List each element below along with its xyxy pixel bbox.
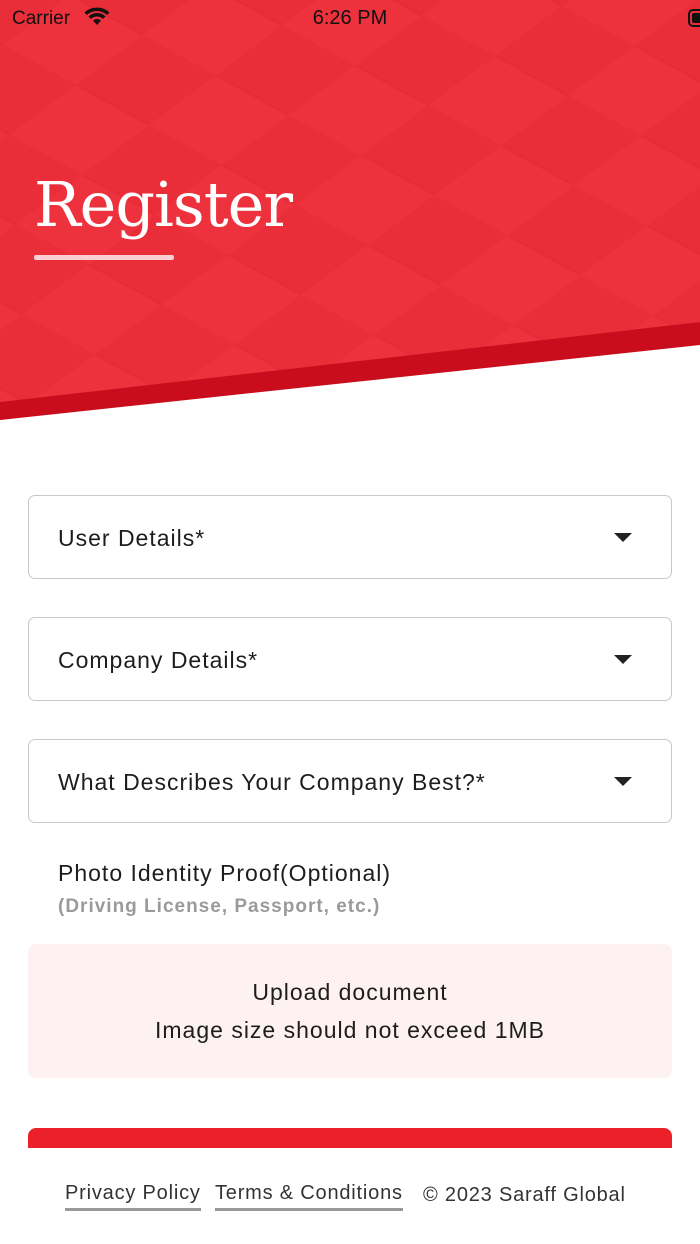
company-description-label: What Describes Your Company Best?* xyxy=(58,769,486,795)
copyright-text: © 2023 Saraff Global xyxy=(423,1184,626,1206)
company-description-dropdown[interactable]: What Describes Your Company Best?* xyxy=(28,739,672,823)
caret-down-icon xyxy=(614,533,632,542)
caret-down-icon xyxy=(614,777,632,786)
title-underline xyxy=(34,255,174,260)
privacy-policy-link[interactable]: Privacy Policy xyxy=(65,1182,201,1211)
caret-down-icon xyxy=(614,655,632,664)
company-details-label: Company Details* xyxy=(58,647,259,673)
footer: Privacy Policy Terms & Conditions © 2023… xyxy=(0,1172,700,1222)
register-submit-button[interactable] xyxy=(28,1128,672,1148)
status-bar: Carrier 6:26 PM xyxy=(0,0,700,38)
company-details-dropdown[interactable]: Company Details* xyxy=(28,617,672,701)
photo-id-title: Photo Identity Proof(Optional) xyxy=(58,860,391,886)
terms-conditions-link[interactable]: Terms & Conditions xyxy=(215,1182,403,1211)
header-banner: Carrier 6:26 PM Register xyxy=(0,0,700,430)
upload-label: Upload document xyxy=(252,979,448,1005)
user-details-dropdown[interactable]: User Details* xyxy=(28,495,672,579)
upload-size-limit: Image size should not exceed 1MB xyxy=(155,1017,545,1043)
upload-document-area[interactable]: Upload document Image size should not ex… xyxy=(28,944,672,1078)
status-time: 6:26 PM xyxy=(312,7,388,29)
user-details-label: User Details* xyxy=(58,525,206,551)
page-title: Register xyxy=(34,168,293,241)
photo-id-hint: (Driving License, Passport, etc.) xyxy=(58,896,381,917)
